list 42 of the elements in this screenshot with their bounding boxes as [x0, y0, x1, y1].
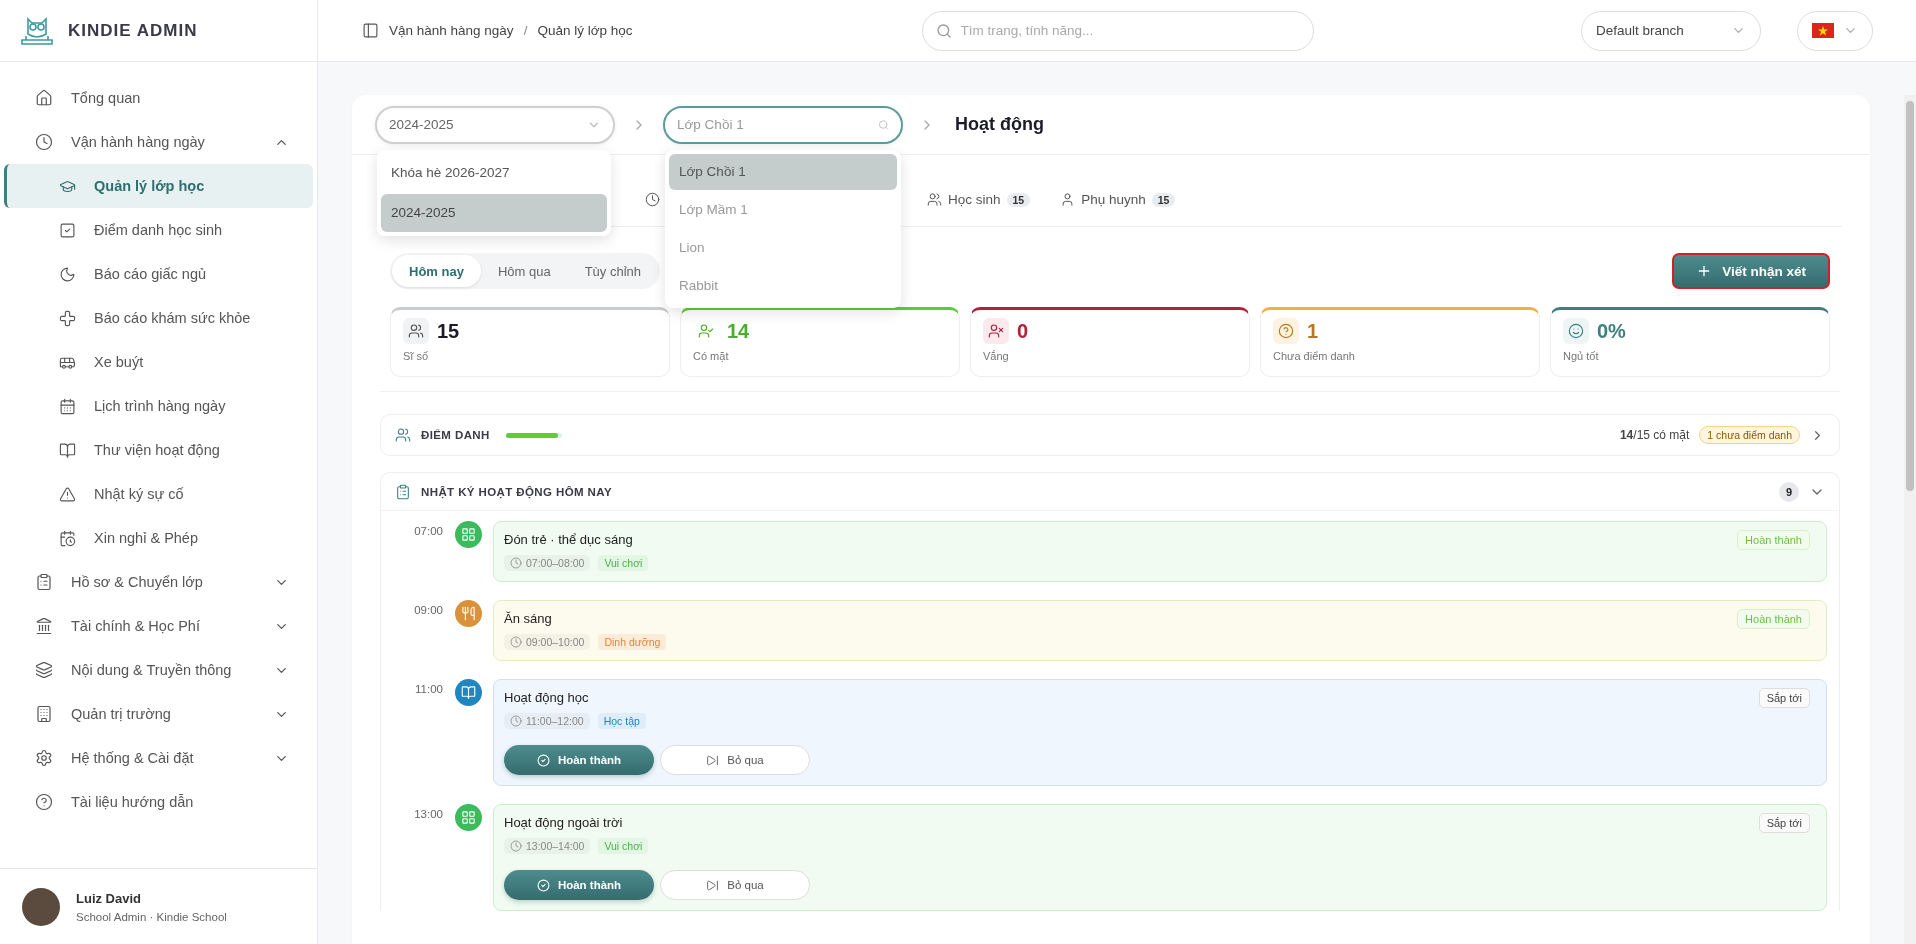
category-tag: Vui chơi [598, 555, 649, 571]
user-name: Luiz David [76, 890, 142, 906]
stat-value: 1 [1307, 319, 1319, 343]
time-range: 11:00–12:00 [504, 713, 590, 729]
category-tag: Dinh dưỡng [598, 634, 667, 650]
activity-time: 07:00 [413, 524, 443, 539]
time-range: 09:00–10:00 [504, 634, 591, 650]
status-badge: Sắp tới [1758, 688, 1810, 708]
category-tag: Vui chơi [598, 838, 649, 854]
pending-badge: 1 chưa điểm danh [1699, 426, 1800, 444]
activity-title: Đón trẻ · thể dục sáng [504, 532, 633, 547]
time-range: 07:00–08:00 [504, 555, 591, 571]
breadcrumb-separator: / [523, 23, 528, 38]
activity-title: Ăn sáng [504, 611, 552, 626]
activity-title: Hoạt động ngoài trời [504, 815, 623, 830]
stat-label: Có mặt [693, 350, 730, 362]
count-badge: 15 [1006, 192, 1031, 207]
activity-time: 11:00 [414, 682, 443, 697]
user-role: School Admin · Kindie School [76, 910, 227, 923]
activity-time: 09:00 [413, 603, 443, 618]
stat-value: 0 [1017, 319, 1029, 343]
count-badge: 9 [1779, 481, 1799, 502]
activity-title: Hoạt động học [504, 690, 589, 705]
count-badge: 15 [1151, 192, 1176, 207]
stat-value: 14 [727, 319, 750, 343]
status-badge: Hoàn thành [1737, 530, 1810, 550]
time-range: 13:00–14:00 [504, 838, 591, 854]
status-badge: Sắp tới [1758, 813, 1810, 833]
category-tag: Học tập [597, 713, 646, 729]
stat-label: Vắng [983, 350, 1010, 362]
page-title: Hoạt động [955, 114, 1044, 135]
app-title: KINDIE ADMIN [68, 20, 198, 41]
section-title: NHẬT KÝ HOẠT ĐỘNG HÔM NAY [421, 485, 613, 498]
stat-label: Sĩ số [403, 350, 430, 362]
attendance-summary: 14/15 có mặt [1619, 428, 1690, 442]
stat-value: 0% [1597, 319, 1626, 343]
activity-time: 13:00 [413, 807, 443, 822]
section-title: ĐIỂM DANH [421, 429, 490, 441]
stat-label: Ngủ tốt [1563, 350, 1600, 362]
stat-value: 15 [437, 319, 460, 343]
stat-label: Chưa điểm danh [1273, 350, 1356, 362]
status-badge: Hoàn thành [1737, 609, 1810, 629]
